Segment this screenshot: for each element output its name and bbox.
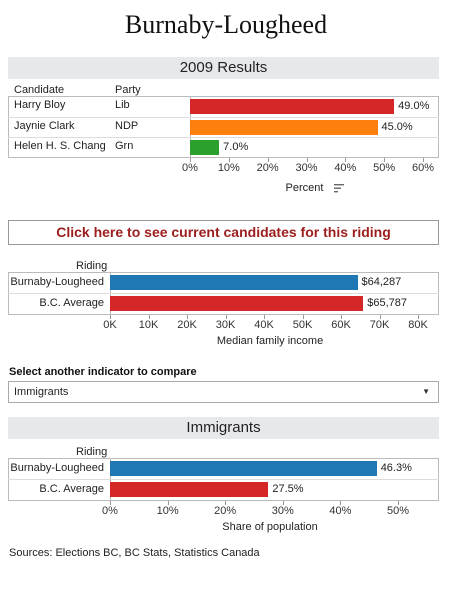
riding-label: B.C. Average: [39, 297, 104, 309]
riding-label: B.C. Average: [39, 483, 104, 495]
income-rows: Burnaby-Lougheed $64,287 B.C. Average $65,7…: [8, 272, 439, 315]
x-tick-label: 30%: [295, 162, 318, 174]
candidate-name: Helen H. S. Chang: [14, 140, 106, 153]
x-tick-label: 0K: [103, 319, 117, 331]
riding-bar: [110, 296, 364, 311]
riding-bar-label: 27.5%: [272, 483, 304, 495]
results-axis-title-wrap: Percent: [190, 182, 440, 194]
immigrants-riding-header: Riding: [76, 446, 108, 458]
sources-note: Sources: Elections BC, BC Stats, Statist…: [9, 547, 260, 559]
x-tick-label: 10%: [156, 505, 179, 517]
x-tick-label: 30%: [271, 505, 294, 517]
results-x-axis: 0% 10% 20% 30% 40% 50% 60%: [182, 158, 440, 176]
riding-bar: [110, 275, 358, 290]
results-axis-title: Percent: [285, 182, 324, 194]
x-tick-label: 20%: [214, 505, 237, 517]
income-axis-title: Median family income: [216, 335, 324, 347]
riding-bar-label: $64,287: [361, 276, 402, 288]
party-name: Lib: [115, 99, 130, 111]
x-tick-label: 0%: [182, 162, 198, 174]
candidate-name: Harry Bloy: [14, 99, 66, 111]
riding-label: Burnaby-Lougheed: [10, 276, 104, 288]
income-riding-header: Riding: [76, 260, 108, 272]
x-tick-label: 50%: [373, 162, 396, 174]
result-bar: [190, 140, 220, 156]
results-rows: Harry Bloy Lib 49.0% Jaynie Clark NDP 45.0% He…: [8, 96, 439, 158]
result-bar-label: 7.0%: [223, 141, 249, 154]
immigrants-rows: Burnaby-Lougheed 46.3% B.C. Average 27.5%: [8, 458, 439, 501]
x-tick-label: 20%: [256, 162, 279, 174]
indicator-select-value: Immigrants: [14, 386, 69, 398]
sort-icon[interactable]: [334, 183, 345, 193]
riding-bar: [110, 482, 269, 497]
x-tick-label: 0%: [102, 505, 118, 517]
x-tick-label: 20K: [177, 319, 197, 331]
current-candidates-link[interactable]: Click here to see current candidates for…: [8, 220, 439, 245]
indicator-select[interactable]: Immigrants ▼: [8, 381, 439, 403]
income-x-axis: 0K 10K 20K 30K 40K 50K 60K 70K 80K: [103, 315, 430, 333]
x-tick-label: 40K: [254, 319, 274, 331]
x-tick-label: 50%: [386, 505, 410, 517]
riding-bar-label: 46.3%: [380, 462, 412, 474]
x-tick-label: 30K: [215, 319, 236, 331]
result-bar-label: 49.0%: [398, 100, 430, 112]
result-bar: [190, 99, 395, 114]
x-tick-label: 40%: [334, 162, 357, 174]
riding-bar: [110, 461, 377, 476]
x-tick-label: 10%: [217, 162, 240, 174]
page-title: Burnaby-Lougheed: [124, 10, 328, 39]
x-tick-label: 80K: [408, 319, 428, 331]
x-tick-label: 70K: [369, 319, 390, 331]
result-bar: [190, 119, 378, 135]
party-name: NDP: [115, 119, 139, 132]
x-tick-label: 40%: [329, 505, 352, 517]
indicator-select-label: Select another indicator to compare: [9, 366, 197, 378]
riding-label: Burnaby-Lougheed: [10, 462, 104, 474]
candidate-name: Jaynie Clark: [14, 119, 75, 132]
x-tick-label: 50K: [292, 319, 313, 331]
result-bar-label: 45.0%: [381, 120, 413, 133]
x-tick-label: 60K: [331, 319, 351, 331]
results-band-title: 2009 Results: [8, 57, 439, 79]
dropdown-arrow-icon[interactable]: ▼: [422, 382, 430, 402]
party-name: Grn: [115, 140, 134, 153]
immigrants-x-axis: 0% 10% 20% 30% 40% 50%: [102, 501, 430, 519]
riding-bar-label: $65,787: [367, 297, 408, 309]
x-tick-label: 60%: [411, 162, 435, 174]
immigrants-axis-title: Share of population: [222, 521, 318, 533]
x-tick-label: 10K: [138, 319, 159, 331]
immigrants-band-title: Immigrants: [8, 417, 439, 439]
